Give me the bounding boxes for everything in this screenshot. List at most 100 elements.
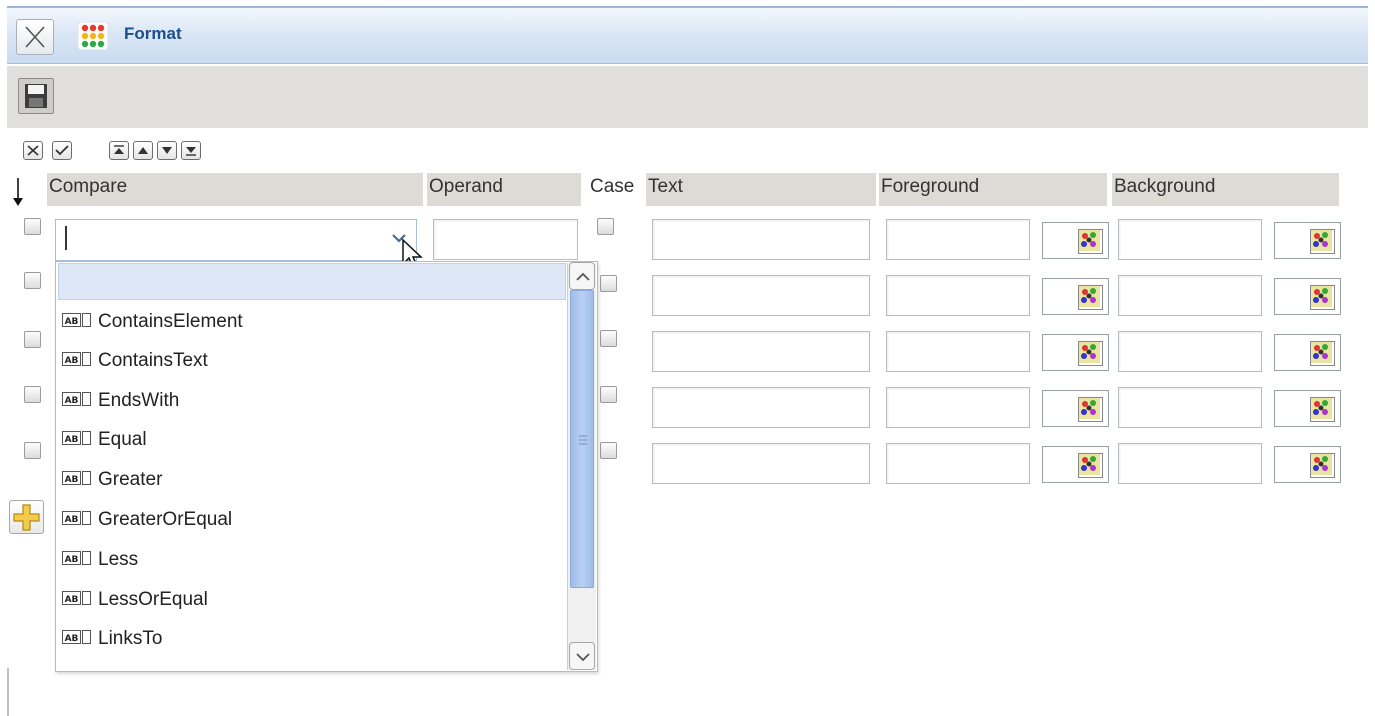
background-color-picker[interactable] bbox=[1274, 334, 1341, 371]
grip-icon bbox=[579, 435, 587, 445]
background-input[interactable] bbox=[1118, 443, 1262, 484]
dropdown-item-label: GreaterOrEqual bbox=[98, 509, 233, 530]
dropdown-empty-selected-item[interactable] bbox=[58, 263, 566, 300]
move-down-icon bbox=[162, 147, 172, 154]
text-cursor bbox=[65, 226, 67, 250]
foreground-input[interactable] bbox=[886, 219, 1030, 260]
text-input[interactable] bbox=[652, 443, 870, 484]
dropdown-item[interactable]: AB LessOrEqual bbox=[62, 581, 208, 619]
dropdown-item-label: Greater bbox=[98, 469, 163, 490]
case-checkbox[interactable] bbox=[600, 386, 617, 403]
sort-arrow-icon[interactable] bbox=[10, 176, 26, 208]
svg-text:AB: AB bbox=[65, 396, 79, 406]
row-checkbox[interactable] bbox=[24, 386, 41, 403]
dropdown-item[interactable]: AB LinksTo bbox=[62, 620, 162, 658]
case-checkbox[interactable] bbox=[597, 218, 614, 235]
background-color-picker[interactable] bbox=[1274, 390, 1341, 427]
dropdown-item-label: Less bbox=[98, 549, 139, 570]
save-button[interactable] bbox=[18, 78, 54, 114]
row-checkbox[interactable] bbox=[24, 331, 41, 348]
background-color-picker[interactable] bbox=[1274, 278, 1341, 315]
dropdown-item[interactable]: AB Less bbox=[62, 541, 138, 579]
row-checkbox[interactable] bbox=[24, 272, 41, 289]
compare-input[interactable] bbox=[55, 219, 417, 261]
apply-button[interactable] bbox=[52, 141, 72, 160]
case-checkbox[interactable] bbox=[600, 442, 617, 459]
move-top-button[interactable] bbox=[109, 141, 129, 160]
dropdown-item[interactable]: AB EndsWith bbox=[62, 382, 179, 420]
move-bottom-button[interactable] bbox=[181, 141, 201, 160]
text-input[interactable] bbox=[652, 275, 870, 316]
chevron-up-icon bbox=[576, 272, 590, 281]
color-palette-icon bbox=[1078, 397, 1103, 422]
ab-text-type-icon: AB bbox=[62, 430, 91, 445]
color-palette-icon bbox=[1310, 341, 1335, 366]
background-input[interactable] bbox=[1118, 275, 1262, 316]
dropdown-item[interactable]: AB Equal bbox=[62, 421, 147, 459]
foreground-color-picker[interactable] bbox=[1042, 334, 1109, 371]
ab-text-type-icon: AB bbox=[62, 590, 91, 605]
close-button[interactable] bbox=[16, 19, 54, 55]
clear-button[interactable] bbox=[23, 141, 43, 160]
color-palette-icon bbox=[1078, 285, 1103, 310]
dropdown-item[interactable]: AB ContainsElement bbox=[62, 303, 243, 341]
background-input[interactable] bbox=[1118, 331, 1262, 372]
toolbar bbox=[7, 66, 1368, 128]
svg-text:AB: AB bbox=[65, 515, 79, 525]
title-bar bbox=[7, 6, 1368, 64]
foreground-input[interactable] bbox=[886, 443, 1030, 484]
background-color-picker[interactable] bbox=[1274, 222, 1341, 259]
add-row-button[interactable] bbox=[9, 500, 44, 534]
dropdown-item-label: ContainsText bbox=[98, 350, 208, 371]
case-checkbox[interactable] bbox=[600, 275, 617, 292]
color-palette-icon bbox=[1310, 453, 1335, 478]
foreground-input[interactable] bbox=[886, 275, 1030, 316]
move-top-icon bbox=[114, 145, 124, 154]
format-grid-icon bbox=[77, 21, 109, 51]
move-down-button[interactable] bbox=[157, 141, 177, 160]
dropdown-item[interactable]: AB Greater bbox=[62, 461, 162, 499]
row-checkbox[interactable] bbox=[24, 218, 41, 235]
ab-text-type-icon: AB bbox=[62, 629, 91, 644]
move-up-button[interactable] bbox=[133, 141, 153, 160]
save-disk-icon bbox=[25, 84, 47, 108]
scroll-down-button[interactable] bbox=[569, 642, 595, 670]
operand-input[interactable] bbox=[433, 219, 578, 260]
ab-text-type-icon: AB bbox=[62, 312, 91, 327]
scroll-thumb[interactable] bbox=[570, 290, 594, 588]
color-palette-icon bbox=[1078, 341, 1103, 366]
foreground-color-picker[interactable] bbox=[1042, 278, 1109, 315]
move-bottom-icon bbox=[186, 147, 196, 156]
color-palette-icon bbox=[1310, 229, 1335, 254]
svg-text:AB: AB bbox=[65, 555, 79, 565]
foreground-input[interactable] bbox=[886, 387, 1030, 428]
text-input[interactable] bbox=[652, 331, 870, 372]
color-palette-icon bbox=[1310, 285, 1335, 310]
ab-text-type-icon: AB bbox=[62, 510, 91, 525]
svg-text:AB: AB bbox=[65, 475, 79, 485]
foreground-color-picker[interactable] bbox=[1042, 222, 1109, 259]
foreground-input[interactable] bbox=[886, 331, 1030, 372]
svg-text:AB: AB bbox=[65, 435, 79, 445]
dropdown-item[interactable]: AB ContainsText bbox=[62, 342, 208, 380]
header-operand: Operand bbox=[427, 173, 581, 206]
dropdown-item[interactable]: AB GreaterOrEqual bbox=[62, 501, 232, 539]
foreground-color-picker[interactable] bbox=[1042, 446, 1109, 483]
check-icon bbox=[55, 145, 69, 156]
dropdown-item-label: Equal bbox=[98, 429, 147, 450]
foreground-color-picker[interactable] bbox=[1042, 390, 1109, 427]
background-input[interactable] bbox=[1118, 387, 1262, 428]
svg-text:AB: AB bbox=[65, 356, 79, 366]
chevron-down-icon bbox=[576, 653, 590, 662]
close-icon bbox=[25, 26, 45, 48]
background-input[interactable] bbox=[1118, 219, 1262, 260]
case-checkbox[interactable] bbox=[600, 330, 617, 347]
background-color-picker[interactable] bbox=[1274, 446, 1341, 483]
row-checkbox[interactable] bbox=[24, 442, 41, 459]
plus-icon bbox=[13, 504, 40, 531]
svg-text:AB: AB bbox=[65, 317, 79, 327]
text-input[interactable] bbox=[652, 219, 870, 260]
text-input[interactable] bbox=[652, 387, 870, 428]
window-title: Format bbox=[124, 24, 182, 43]
scroll-up-button[interactable] bbox=[569, 262, 595, 290]
